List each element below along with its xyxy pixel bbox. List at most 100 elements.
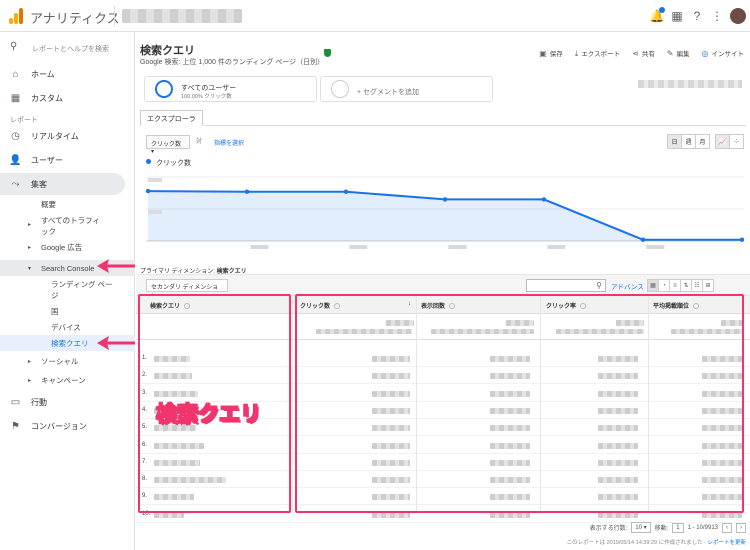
- sidebar-item-custom[interactable]: ▦ カスタム: [0, 87, 125, 109]
- apps-grid-icon[interactable]: ▦: [670, 9, 684, 23]
- redacted-x-tick: [250, 245, 269, 249]
- sidebar-item-label: リアルタイム: [31, 131, 79, 141]
- goto-page-input[interactable]: 1: [672, 522, 684, 533]
- refresh-report-link[interactable]: レポートを更新: [707, 540, 746, 546]
- save-button[interactable]: ▣ 保存: [539, 48, 563, 59]
- sidebar-item-realtime[interactable]: ◷ リアルタイム: [0, 125, 125, 147]
- sidebar-item-home[interactable]: ⌂ ホーム: [0, 63, 125, 85]
- period-day-button[interactable]: 日: [667, 134, 682, 149]
- home-icon: ⌂: [12, 68, 19, 80]
- analytics-logo[interactable]: [9, 8, 25, 24]
- data-point: [244, 189, 250, 194]
- sidebar-sub-social[interactable]: ▸ ソーシャル: [0, 353, 125, 369]
- sidebar-sub-overview[interactable]: 概要: [0, 196, 125, 212]
- tab-explorer[interactable]: エクスプローラ: [140, 110, 203, 126]
- metric-dropdown[interactable]: クリック数 ▾: [146, 135, 190, 155]
- line-chart-icon[interactable]: 📈: [715, 134, 730, 149]
- sidebar-sub-label: 概要: [41, 199, 56, 209]
- table-view-toggle: ▦ ◔ ≡ ⇅ ☷ ⊞: [647, 279, 714, 292]
- sidebar-sub-label: キャンペーン: [41, 375, 86, 385]
- sidebar-sub-device[interactable]: デバイス: [0, 319, 125, 335]
- section-label-reports: レポート: [10, 117, 38, 124]
- sidebar-sub-label: ランディング ページ: [51, 280, 113, 300]
- sidebar-sub-landing-page[interactable]: ランディング ページ: [0, 277, 125, 301]
- share-icon: ⋖: [632, 49, 639, 58]
- sidebar-item-label: 集客: [31, 179, 47, 189]
- sidebar-item-users[interactable]: 👤 ユーザー: [0, 149, 125, 171]
- explorer-tabs: エクスプローラ: [140, 110, 746, 126]
- save-icon: ▣: [539, 49, 547, 58]
- secondary-dimension-dropdown[interactable]: セカンダリ ディメンション ▾: [146, 279, 228, 300]
- behavior-icon: ▭: [10, 396, 21, 408]
- page-title: 検索クエリ: [140, 45, 195, 57]
- segment-subtitle: 100.00% クリック数: [181, 94, 232, 100]
- period-week-button[interactable]: 週: [681, 134, 696, 149]
- caret-down-icon: ▾: [28, 265, 32, 272]
- top-bar: アナリティクス 🔔 ▦ ? ⋮: [0, 0, 750, 32]
- data-point: [343, 189, 349, 194]
- segment-empty-circle-icon: [331, 80, 349, 98]
- sidebar: ⚲ レポートとヘルプを検索 ⌂ ホーム ▦ カスタム レポート ◷ リアルタイム…: [0, 32, 135, 550]
- redacted-y-tick: [148, 178, 162, 182]
- app-title: アナリティクス: [30, 11, 120, 26]
- sidebar-sub-google-ads[interactable]: ▸ Google 広告: [0, 239, 125, 255]
- motion-chart-icon[interactable]: ⁘: [729, 134, 744, 149]
- sidebar-sub-label: すべてのトラフィ ック: [41, 216, 101, 236]
- date-range-selector[interactable]: [638, 80, 742, 88]
- export-button[interactable]: ⤓ エクスポート: [575, 48, 620, 59]
- highlight-box-metrics-columns: [295, 294, 744, 513]
- sidebar-sub-label: 検索クエリ: [51, 338, 89, 348]
- verified-shield-icon: [324, 49, 331, 57]
- sidebar-search[interactable]: ⚲ レポートとヘルプを検索: [0, 38, 135, 58]
- pagination: 表示する行数: 10 ▾ 移動: 1 1 - 10/9913 ‹ ›: [590, 522, 746, 533]
- sidebar-sub-label: Search Console: [41, 263, 95, 273]
- sidebar-sub-label: Google 広告: [41, 242, 83, 252]
- dashboard-icon: ▦: [10, 92, 21, 104]
- table-search-input[interactable]: ⚲: [526, 279, 606, 292]
- flag-icon: ⚑: [11, 420, 20, 432]
- select-metric-link[interactable]: 指標を選択: [214, 138, 244, 147]
- sidebar-item-label: ホーム: [31, 69, 55, 79]
- avatar[interactable]: [730, 8, 746, 24]
- table-controls: セカンダリ ディメンション ▾ ⚲ アドバンス ▦ ◔ ≡ ⇅ ☷ ⊞: [136, 274, 750, 300]
- more-vert-icon[interactable]: ⋮: [710, 9, 724, 23]
- prev-page-button[interactable]: ‹: [722, 522, 732, 533]
- sidebar-item-label: カスタム: [31, 93, 63, 103]
- caret-right-icon: ▸: [28, 244, 32, 251]
- search-icon: ⚲: [10, 41, 18, 52]
- help-icon[interactable]: ?: [690, 9, 704, 23]
- sidebar-item-behavior[interactable]: ▭ 行動: [0, 391, 125, 413]
- next-page-button[interactable]: ›: [736, 522, 746, 533]
- download-icon: ⤓: [574, 49, 579, 58]
- sidebar-item-acquisition[interactable]: ⤳ 集客: [0, 173, 125, 195]
- rows-per-page-select[interactable]: 10 ▾: [631, 522, 651, 533]
- sidebar-sub-all-traffic[interactable]: ▸ すべてのトラフィ ック: [0, 213, 125, 237]
- column-divider: [292, 296, 293, 512]
- annotation-arrow-search-console: [97, 259, 135, 273]
- period-month-button[interactable]: 月: [695, 134, 710, 149]
- pivot-view-icon[interactable]: ⊞: [702, 279, 714, 292]
- segment-add[interactable]: + セグメントを追加: [320, 76, 493, 102]
- redacted-y-tick: [148, 210, 162, 214]
- sidebar-item-label: ユーザー: [31, 155, 63, 165]
- rows-label: 表示する行数:: [589, 526, 628, 532]
- goto-label: 移動:: [654, 526, 669, 532]
- divider: [114, 6, 115, 26]
- sidebar-sub-campaign[interactable]: ▸ キャンペーン: [0, 372, 125, 388]
- edit-icon: ✎: [666, 49, 674, 58]
- notifications-icon[interactable]: 🔔: [650, 7, 665, 23]
- data-point: [640, 237, 646, 242]
- share-button[interactable]: ⋖ 共有: [632, 48, 655, 59]
- legend-dot: [146, 159, 151, 164]
- advanced-link[interactable]: アドバンス: [611, 281, 644, 291]
- page-range: 1 - 10/9913: [687, 524, 718, 531]
- segment-all-users[interactable]: すべてのユーザー 100.00% クリック数: [144, 76, 317, 102]
- sidebar-sub-label: 国: [51, 306, 59, 316]
- sidebar-sub-country[interactable]: 国: [0, 303, 125, 319]
- sidebar-item-conversion[interactable]: ⚑ コンバージョン: [0, 415, 125, 437]
- edit-button[interactable]: ✎ 編集: [667, 48, 690, 59]
- account-selector[interactable]: [122, 9, 242, 23]
- insight-button[interactable]: ◎ インサイト: [702, 48, 744, 59]
- sidebar-sub-label: ソーシャル: [41, 356, 79, 366]
- data-point: [146, 188, 151, 194]
